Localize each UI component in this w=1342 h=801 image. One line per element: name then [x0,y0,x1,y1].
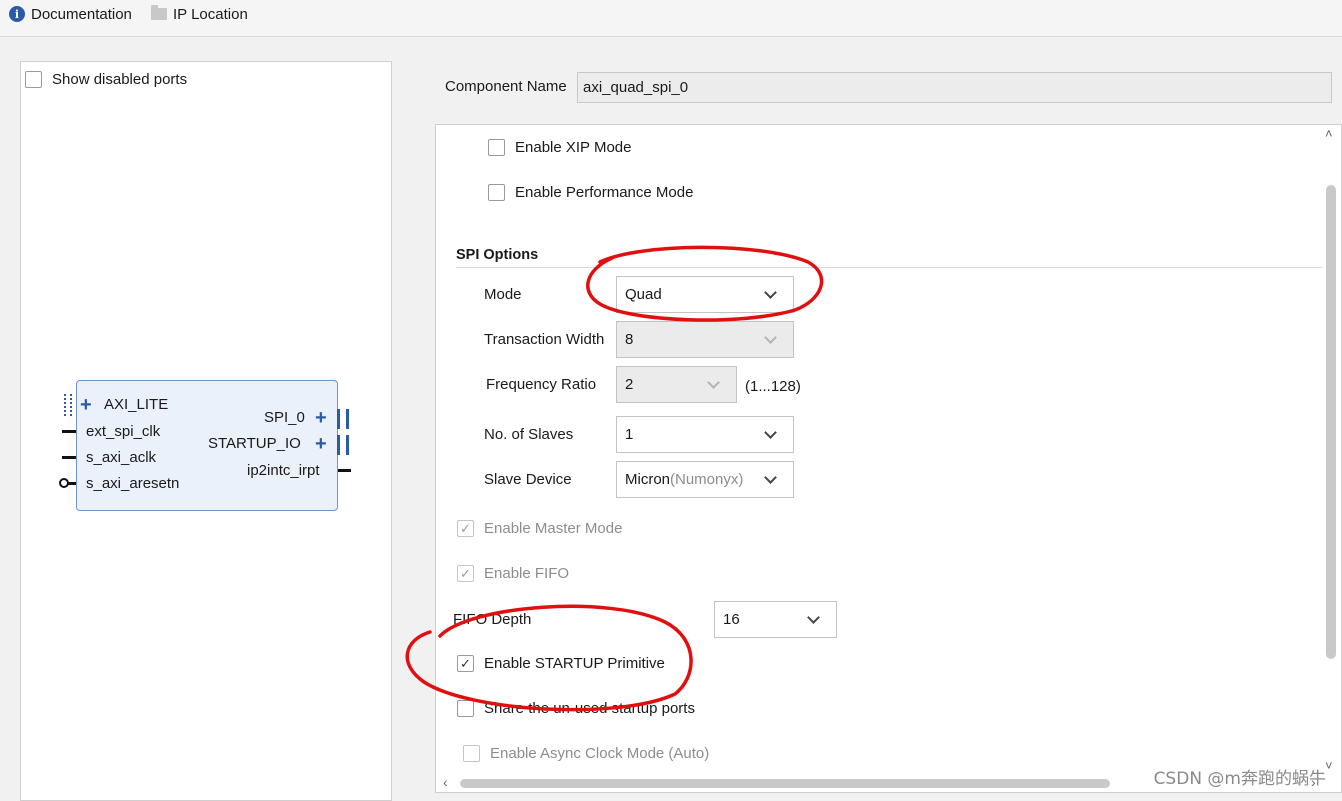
slave-device-label: Slave Device [484,471,572,488]
enable-async-clock-mode-checkbox[interactable] [463,745,480,762]
enable-performance-mode-checkbox[interactable] [488,184,505,201]
expand-plus-icon[interactable]: + [315,408,327,428]
port-s-axi-aclk: s_axi_aclk [86,449,157,466]
pin-ip2intc-irpt [338,469,351,472]
slave-device-vendor: Micron [625,471,671,488]
enable-xip-mode-option[interactable]: Enable XIP Mode [488,139,631,156]
documentation-label: Documentation [31,5,132,23]
frequency-ratio-label: Frequency Ratio [486,376,597,393]
port-ext-spi-clk: ext_spi_clk [86,423,161,440]
enable-performance-mode-option[interactable]: Enable Performance Mode [488,184,693,201]
chevron-down-icon [764,330,777,344]
mode-select[interactable]: Quad [616,276,794,313]
no-of-slaves-label: No. of Slaves [484,426,574,443]
share-unused-startup-ports-option[interactable]: Share the un-used startup ports [457,700,695,717]
slave-device-value: Micron(Numonyx) [625,471,743,488]
chevron-down-icon [764,425,777,439]
expand-plus-icon[interactable]: + [315,434,327,454]
pin-ext-spi-clk [62,430,76,433]
slave-device-subvendor: (Numonyx) [670,471,744,488]
options-panel [435,124,1342,793]
port-s-axi-aresetn: s_axi_aresetn [86,475,180,492]
component-name-label: Component Name [445,78,567,95]
chevron-down-icon [764,470,777,484]
chevron-down-icon [764,285,777,299]
port-spi-0: SPI_0 [264,409,305,426]
no-of-slaves-select[interactable]: 1 [616,416,794,453]
enable-master-mode-label: Enable Master Mode [484,520,623,537]
ip-location-label: IP Location [173,5,248,23]
transaction-width-select[interactable]: 8 [616,321,794,358]
transaction-width-label: Transaction Width [484,331,605,348]
bus-connector-dots [64,394,72,416]
active-low-bubble [59,478,69,488]
toolbar: i Documentation IP Location [0,0,1342,37]
port-ip2intc-irpt: ip2intc_irpt [247,462,320,479]
enable-xip-mode-checkbox[interactable] [488,139,505,156]
component-name-input[interactable]: axi_quad_spi_0 [577,72,1332,103]
mode-value: Quad [625,286,662,303]
bus-connector-icon [337,409,349,429]
spi-options-title: SPI Options [456,247,539,263]
frequency-ratio-value: 2 [625,376,634,393]
component-name-value: axi_quad_spi_0 [583,79,689,96]
share-unused-startup-ports-label: Share the un-used startup ports [484,700,695,717]
enable-startup-primitive-checkbox[interactable]: ✓ [457,655,474,672]
horizontal-scrollbar-thumb[interactable] [460,779,1110,788]
enable-fifo-option[interactable]: ✓ Enable FIFO [457,565,569,582]
expand-plus-icon[interactable]: + [80,395,92,415]
info-icon: i [9,6,25,22]
watermark: CSDN @m奔跑的蜗牛 [1153,769,1326,789]
enable-async-clock-mode-label: Enable Async Clock Mode (Auto) [490,745,710,762]
ip-location-button[interactable]: IP Location [151,4,248,24]
enable-fifo-label: Enable FIFO [484,565,570,582]
pin-s-axi-aclk [62,456,76,459]
transaction-width-value: 8 [625,331,634,348]
vertical-scrollbar-thumb[interactable] [1326,185,1336,659]
folder-icon [151,5,167,20]
enable-fifo-checkbox[interactable]: ✓ [457,565,474,582]
slave-device-select[interactable]: Micron(Numonyx) [616,461,794,498]
chevron-down-icon [707,375,720,389]
enable-performance-mode-label: Enable Performance Mode [515,184,694,201]
scroll-down-icon[interactable]: ˅ [1325,758,1333,773]
fifo-depth-select[interactable]: 16 [714,601,837,638]
bus-connector-icon [337,435,349,455]
enable-startup-primitive-label: Enable STARTUP Primitive [484,655,665,672]
enable-master-mode-checkbox[interactable]: ✓ [457,520,474,537]
show-disabled-ports-checkbox[interactable] [25,71,42,88]
enable-master-mode-option[interactable]: ✓ Enable Master Mode [457,520,622,537]
chevron-down-icon [807,610,820,624]
scroll-up-icon[interactable]: ˄ [1325,126,1333,141]
no-of-slaves-value: 1 [625,426,634,443]
show-disabled-ports-label: Show disabled ports [52,71,188,88]
frequency-ratio-range: (1...128) [745,378,801,395]
section-divider [456,267,1322,268]
frequency-ratio-select[interactable]: 2 [616,366,737,403]
fifo-depth-value: 16 [723,611,740,628]
show-disabled-ports-option[interactable]: Show disabled ports [25,71,187,88]
enable-xip-mode-label: Enable XIP Mode [515,139,632,156]
documentation-button[interactable]: i Documentation [9,4,132,24]
enable-startup-primitive-option[interactable]: ✓ Enable STARTUP Primitive [457,655,665,672]
port-startup-io: STARTUP_IO [208,435,301,452]
mode-label: Mode [484,286,522,303]
enable-async-clock-mode-option[interactable]: Enable Async Clock Mode (Auto) [463,745,709,762]
share-unused-startup-ports-checkbox[interactable] [457,700,474,717]
port-axi-lite: AXI_LITE [104,396,169,413]
scroll-left-icon[interactable]: ‹ [443,774,448,790]
fifo-depth-label: FIFO Depth [453,611,532,628]
